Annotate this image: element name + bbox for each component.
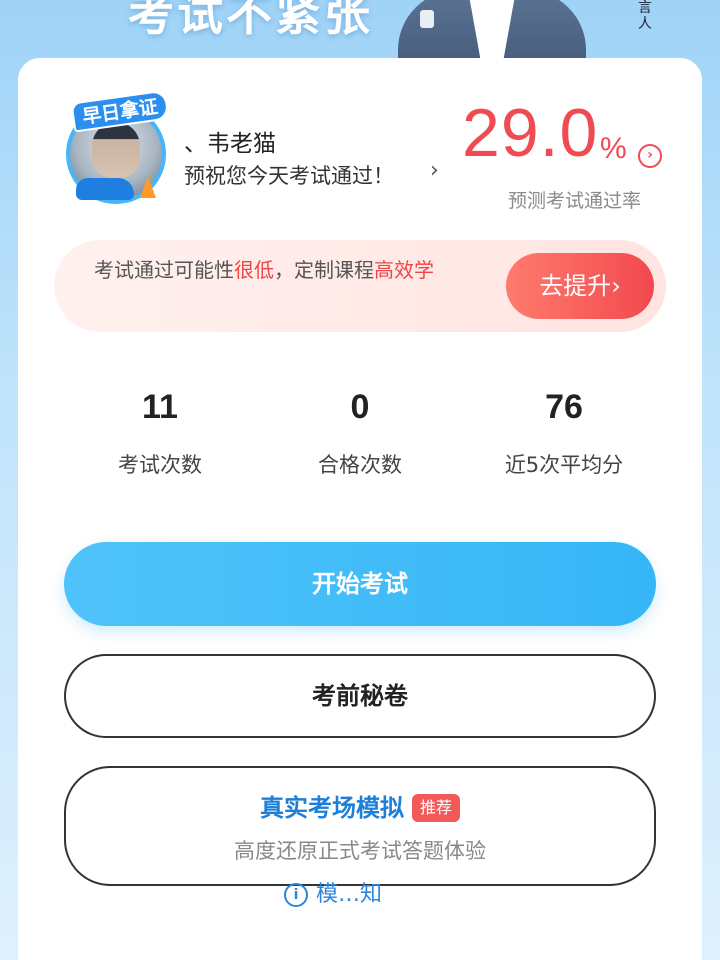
avatar-face [92, 122, 140, 178]
improvement-banner: 考试通过可能性很低，定制课程高效学 去提升› [54, 240, 666, 332]
stat-label: 考试次数 [118, 453, 202, 477]
simulation-title: 真实考场模拟 [259, 794, 404, 822]
info-icon: i [284, 883, 308, 907]
avatar-car-icon [76, 178, 134, 200]
pass-rate-unit: % [600, 132, 627, 165]
stat-pass-count: 0 合格次数 [260, 388, 460, 479]
stat-label: 近5次平均分 [504, 453, 624, 477]
exam-card: 早日拿证 、韦老猫 预祝您今天考试通过！ › 29.0 % › 预测考试通过率 … [18, 58, 702, 960]
simulation-subtitle: 高度还原正式考试答题体验 [234, 839, 486, 863]
exam-notice-link[interactable]: i 模…知 [284, 876, 383, 907]
secret-paper-button[interactable]: 考前秘卷 [64, 654, 656, 738]
improve-button[interactable]: 去提升› [506, 253, 654, 319]
warning-highlight: 高效学 [374, 258, 434, 282]
improvement-text: 考试通过可能性很低，定制课程高效学 [94, 254, 474, 286]
warning-text-prefix: 考试通过可能性 [94, 258, 234, 282]
stat-average-score: 76 近5次平均分 [464, 388, 664, 479]
pass-rate-caption: 预测考试通过率 [508, 190, 642, 212]
spokesman-role-label: 言人 [638, 0, 652, 32]
recommend-badge: 推荐 [411, 794, 460, 822]
improve-button-label: 去提升 [539, 272, 612, 300]
warning-text-mid: ，定制课程 [274, 258, 374, 282]
stat-label: 合格次数 [318, 453, 402, 477]
chevron-right-icon[interactable]: › [430, 158, 439, 183]
stat-value: 0 [350, 388, 370, 426]
pass-rate-chevron-icon[interactable]: › [638, 144, 662, 168]
stat-exam-count: 11 考试次数 [60, 388, 260, 479]
stat-value: 76 [545, 388, 583, 426]
spokesman-pin [420, 10, 434, 28]
banner-slogan: 考试不紧张 [128, 0, 373, 41]
exam-simulation-button[interactable]: 真实考场模拟 推荐 高度还原正式考试答题体验 [64, 766, 656, 886]
stat-value: 11 [142, 388, 178, 426]
pass-rate-value[interactable]: 29.0 [462, 94, 598, 172]
avatar[interactable]: 早日拿证 [62, 89, 174, 208]
start-exam-button[interactable]: 开始考试 [64, 542, 656, 626]
user-wish[interactable]: 预祝您今天考试通过！ [184, 160, 394, 190]
warning-level: 很低 [234, 258, 274, 282]
user-name: 、韦老猫 [184, 131, 276, 157]
notice-text: 模…知 [316, 882, 383, 907]
